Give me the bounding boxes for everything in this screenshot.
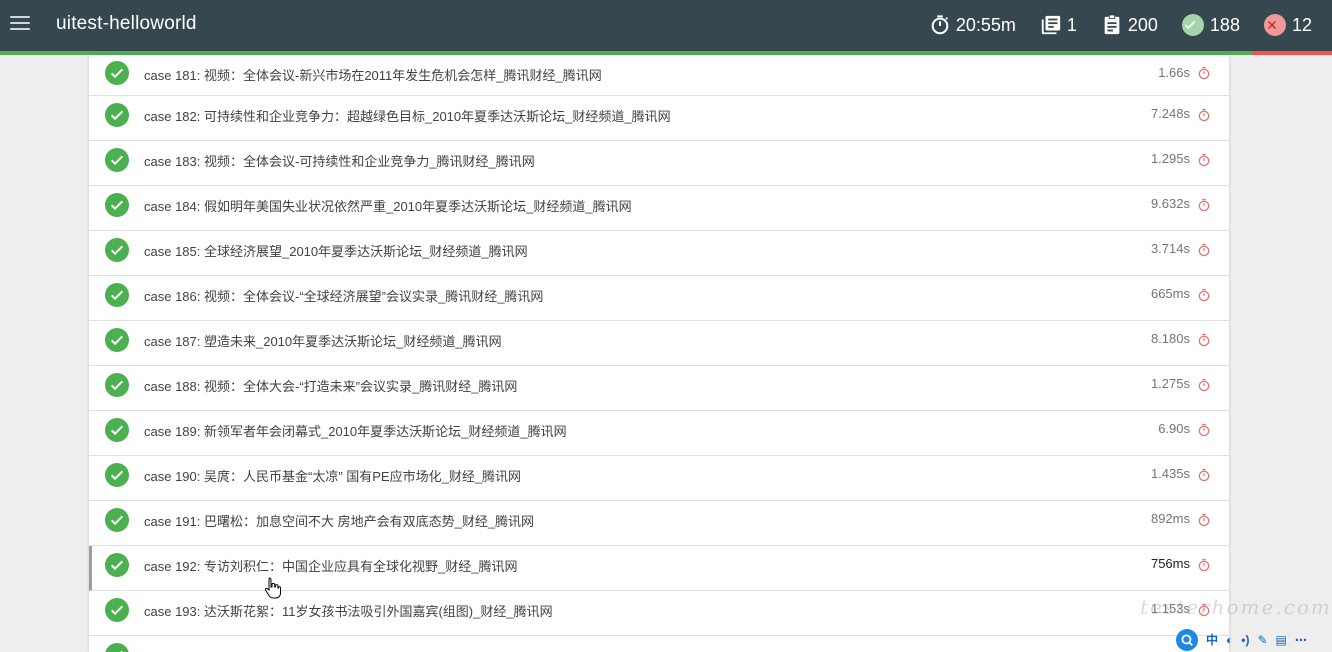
ime-more-icon[interactable]: ⋯: [1295, 633, 1307, 647]
case-duration: 892ms: [1150, 511, 1190, 526]
total-stat: 200: [1101, 14, 1158, 36]
case-row[interactable]: case 183: 视频：全体会议-可持续性和企业竞争力_腾讯财经_腾讯网 1.2…: [89, 141, 1229, 186]
case-duration: 756ms: [1150, 556, 1190, 571]
case-title: case 181: 视频：全体会议-新兴市场在2011年发生危机会怎样_腾讯财经…: [144, 68, 602, 83]
ime-toolbar[interactable]: 中 ◐ •) ✎ ▤ ⋯: [1176, 627, 1315, 652]
case-title: case 193: 达沃斯花絮：11岁女孩书法吸引外国嘉宾(组图)_财经_腾讯网: [144, 604, 553, 619]
check-circle-icon: [105, 508, 129, 532]
case-title: case 183: 视频：全体会议-可持续性和企业竞争力_腾讯财经_腾讯网: [144, 154, 535, 169]
hand-cursor-icon: [264, 577, 281, 599]
case-duration: 3.714s: [1150, 241, 1190, 256]
timer-icon: [1198, 66, 1210, 80]
check-circle-icon: [105, 283, 129, 307]
app-header: uitest-helloworld 20:55m 1 200 188 12: [0, 0, 1332, 51]
case-title: case 186: 视频：全体会议-“全球经济展望”会议实录_腾讯财经_腾讯网: [144, 289, 544, 304]
case-duration: 1.435s: [1150, 466, 1190, 481]
case-duration: 1.295s: [1150, 151, 1190, 166]
check-circle-icon: [105, 328, 129, 352]
timer-icon: [1198, 558, 1210, 572]
check-circle-icon: [105, 598, 129, 622]
check-circle-icon: [105, 61, 129, 85]
library-books-icon: [1041, 15, 1061, 35]
ime-char[interactable]: 中: [1206, 631, 1218, 648]
suites-value: 1: [1066, 14, 1077, 35]
timer-icon: [1198, 378, 1210, 392]
case-duration: 665ms: [1150, 286, 1190, 301]
progress-fail: [1252, 51, 1332, 55]
check-circle-icon: [105, 463, 129, 487]
stopwatch-icon: [931, 15, 949, 35]
case-duration: 6.90s: [1158, 421, 1190, 436]
ime-logo-icon[interactable]: [1176, 628, 1198, 651]
case-title: case 190: 吴庹：人民币基金“太凉” 国有PE应市场化_财经_腾讯网: [144, 469, 522, 484]
ime-moon-icon[interactable]: ◐: [1226, 633, 1233, 647]
timer-icon: [1198, 198, 1210, 212]
case-title: case 191: 巴曙松：加息空间不大 房地产会有双底态势_财经_腾讯网: [144, 514, 535, 529]
case-duration: 1.66s: [1158, 65, 1190, 80]
case-row[interactable]: case 190: 吴庹：人民币基金“太凉” 国有PE应市场化_财经_腾讯网 1.…: [89, 456, 1229, 501]
case-row[interactable]: case 193: 达沃斯花絮：11岁女孩书法吸引外国嘉宾(组图)_财经_腾讯网…: [89, 591, 1229, 636]
check-circle-icon: [105, 193, 129, 217]
case-duration: 7.248s: [1150, 106, 1190, 121]
check-circle-icon: [105, 643, 129, 652]
case-title: case 185: 全球经济展望_2010年夏季达沃斯论坛_财经频道_腾讯网: [144, 244, 528, 259]
timer-icon: [1198, 153, 1210, 167]
ime-book-icon[interactable]: ▤: [1276, 633, 1287, 647]
case-row[interactable]: case 186: 视频：全体会议-“全球经济展望”会议实录_腾讯财经_腾讯网 6…: [89, 276, 1229, 321]
case-row[interactable]: case 192: 专访刘积仁：中国企业应具有全球化视野_财经_腾讯网 756ms: [89, 546, 1229, 591]
check-circle-icon: [105, 238, 129, 262]
case-row[interactable]: case 191: 巴曙松：加息空间不大 房地产会有双底态势_财经_腾讯网 892…: [89, 501, 1229, 546]
case-title: case 182: 可持续性和企业竞争力：超越绿色目标_2010年夏季达沃斯论坛…: [144, 109, 671, 124]
failed-value: 12: [1291, 14, 1312, 35]
case-title: case 192: 专访刘积仁：中国企业应具有全球化视野_财经_腾讯网: [144, 559, 518, 574]
case-row[interactable]: case 184: 假如明年美国失业状况依然严重_2010年夏季达沃斯论坛_财经…: [89, 186, 1229, 231]
failed-stat: 12: [1263, 14, 1312, 36]
case-row[interactable]: [89, 636, 1229, 652]
case-row[interactable]: case 188: 视频：全体大会-“打造未来”会议实录_腾讯财经_腾讯网 1.2…: [89, 366, 1229, 411]
menu-icon[interactable]: [10, 16, 30, 34]
case-title: case 184: 假如明年美国失业状况依然严重_2010年夏季达沃斯论坛_财经…: [144, 199, 632, 214]
case-duration: 1.275s: [1150, 376, 1190, 391]
timer-icon: [1198, 243, 1210, 257]
case-title: case 187: 塑造未来_2010年夏季达沃斯论坛_财经频道_腾讯网: [144, 334, 502, 349]
case-title: case 188: 视频：全体大会-“打造未来”会议实录_腾讯财经_腾讯网: [144, 379, 518, 394]
timer-icon: [1198, 108, 1210, 122]
timer-icon: [1198, 423, 1210, 437]
timer-icon: [1198, 333, 1210, 347]
close-circle-icon: [1263, 14, 1286, 36]
suites-stat: 1: [1040, 14, 1077, 36]
clipboard-icon: [1104, 14, 1120, 35]
case-row[interactable]: case 182: 可持续性和企业竞争力：超越绿色目标_2010年夏季达沃斯论坛…: [89, 96, 1229, 141]
case-title: case 189: 新领军者年会闭幕式_2010年夏季达沃斯论坛_财经频道_腾讯…: [144, 424, 567, 439]
case-row[interactable]: case 187: 塑造未来_2010年夏季达沃斯论坛_财经频道_腾讯网 8.18…: [89, 321, 1229, 366]
timer-icon: [1198, 288, 1210, 302]
check-circle-icon: [105, 148, 129, 172]
stats-bar: 20:55m 1 200 188 12: [905, 11, 1312, 39]
ime-tool-icon[interactable]: ✎: [1257, 633, 1267, 647]
case-duration: 9.632s: [1150, 196, 1190, 211]
case-duration: 8.180s: [1150, 331, 1190, 346]
passed-value: 188: [1209, 14, 1240, 35]
check-circle-icon: [105, 418, 129, 442]
check-circle-icon: [1181, 14, 1204, 36]
app-title: uitest-helloworld: [56, 13, 197, 34]
elapsed-stat: 20:55m: [929, 14, 1016, 36]
ime-sound-icon[interactable]: •): [1241, 633, 1249, 647]
check-circle-icon: [105, 553, 129, 577]
check-circle-icon: [105, 373, 129, 397]
case-row[interactable]: case 185: 全球经济展望_2010年夏季达沃斯论坛_财经频道_腾讯网 3.…: [89, 231, 1229, 276]
passed-stat: 188: [1181, 14, 1240, 36]
elapsed-value: 20:55m: [955, 14, 1016, 35]
case-row[interactable]: case 181: 视频：全体会议-新兴市场在2011年发生危机会怎样_腾讯财经…: [89, 55, 1229, 96]
check-circle-icon: [105, 103, 129, 127]
timer-icon: [1198, 513, 1210, 527]
total-value: 200: [1127, 14, 1158, 35]
timer-icon: [1198, 468, 1210, 482]
case-row[interactable]: case 189: 新领军者年会闭幕式_2010年夏季达沃斯论坛_财经频道_腾讯…: [89, 411, 1229, 456]
case-list: case 181: 视频：全体会议-新兴市场在2011年发生危机会怎样_腾讯财经…: [89, 55, 1229, 652]
